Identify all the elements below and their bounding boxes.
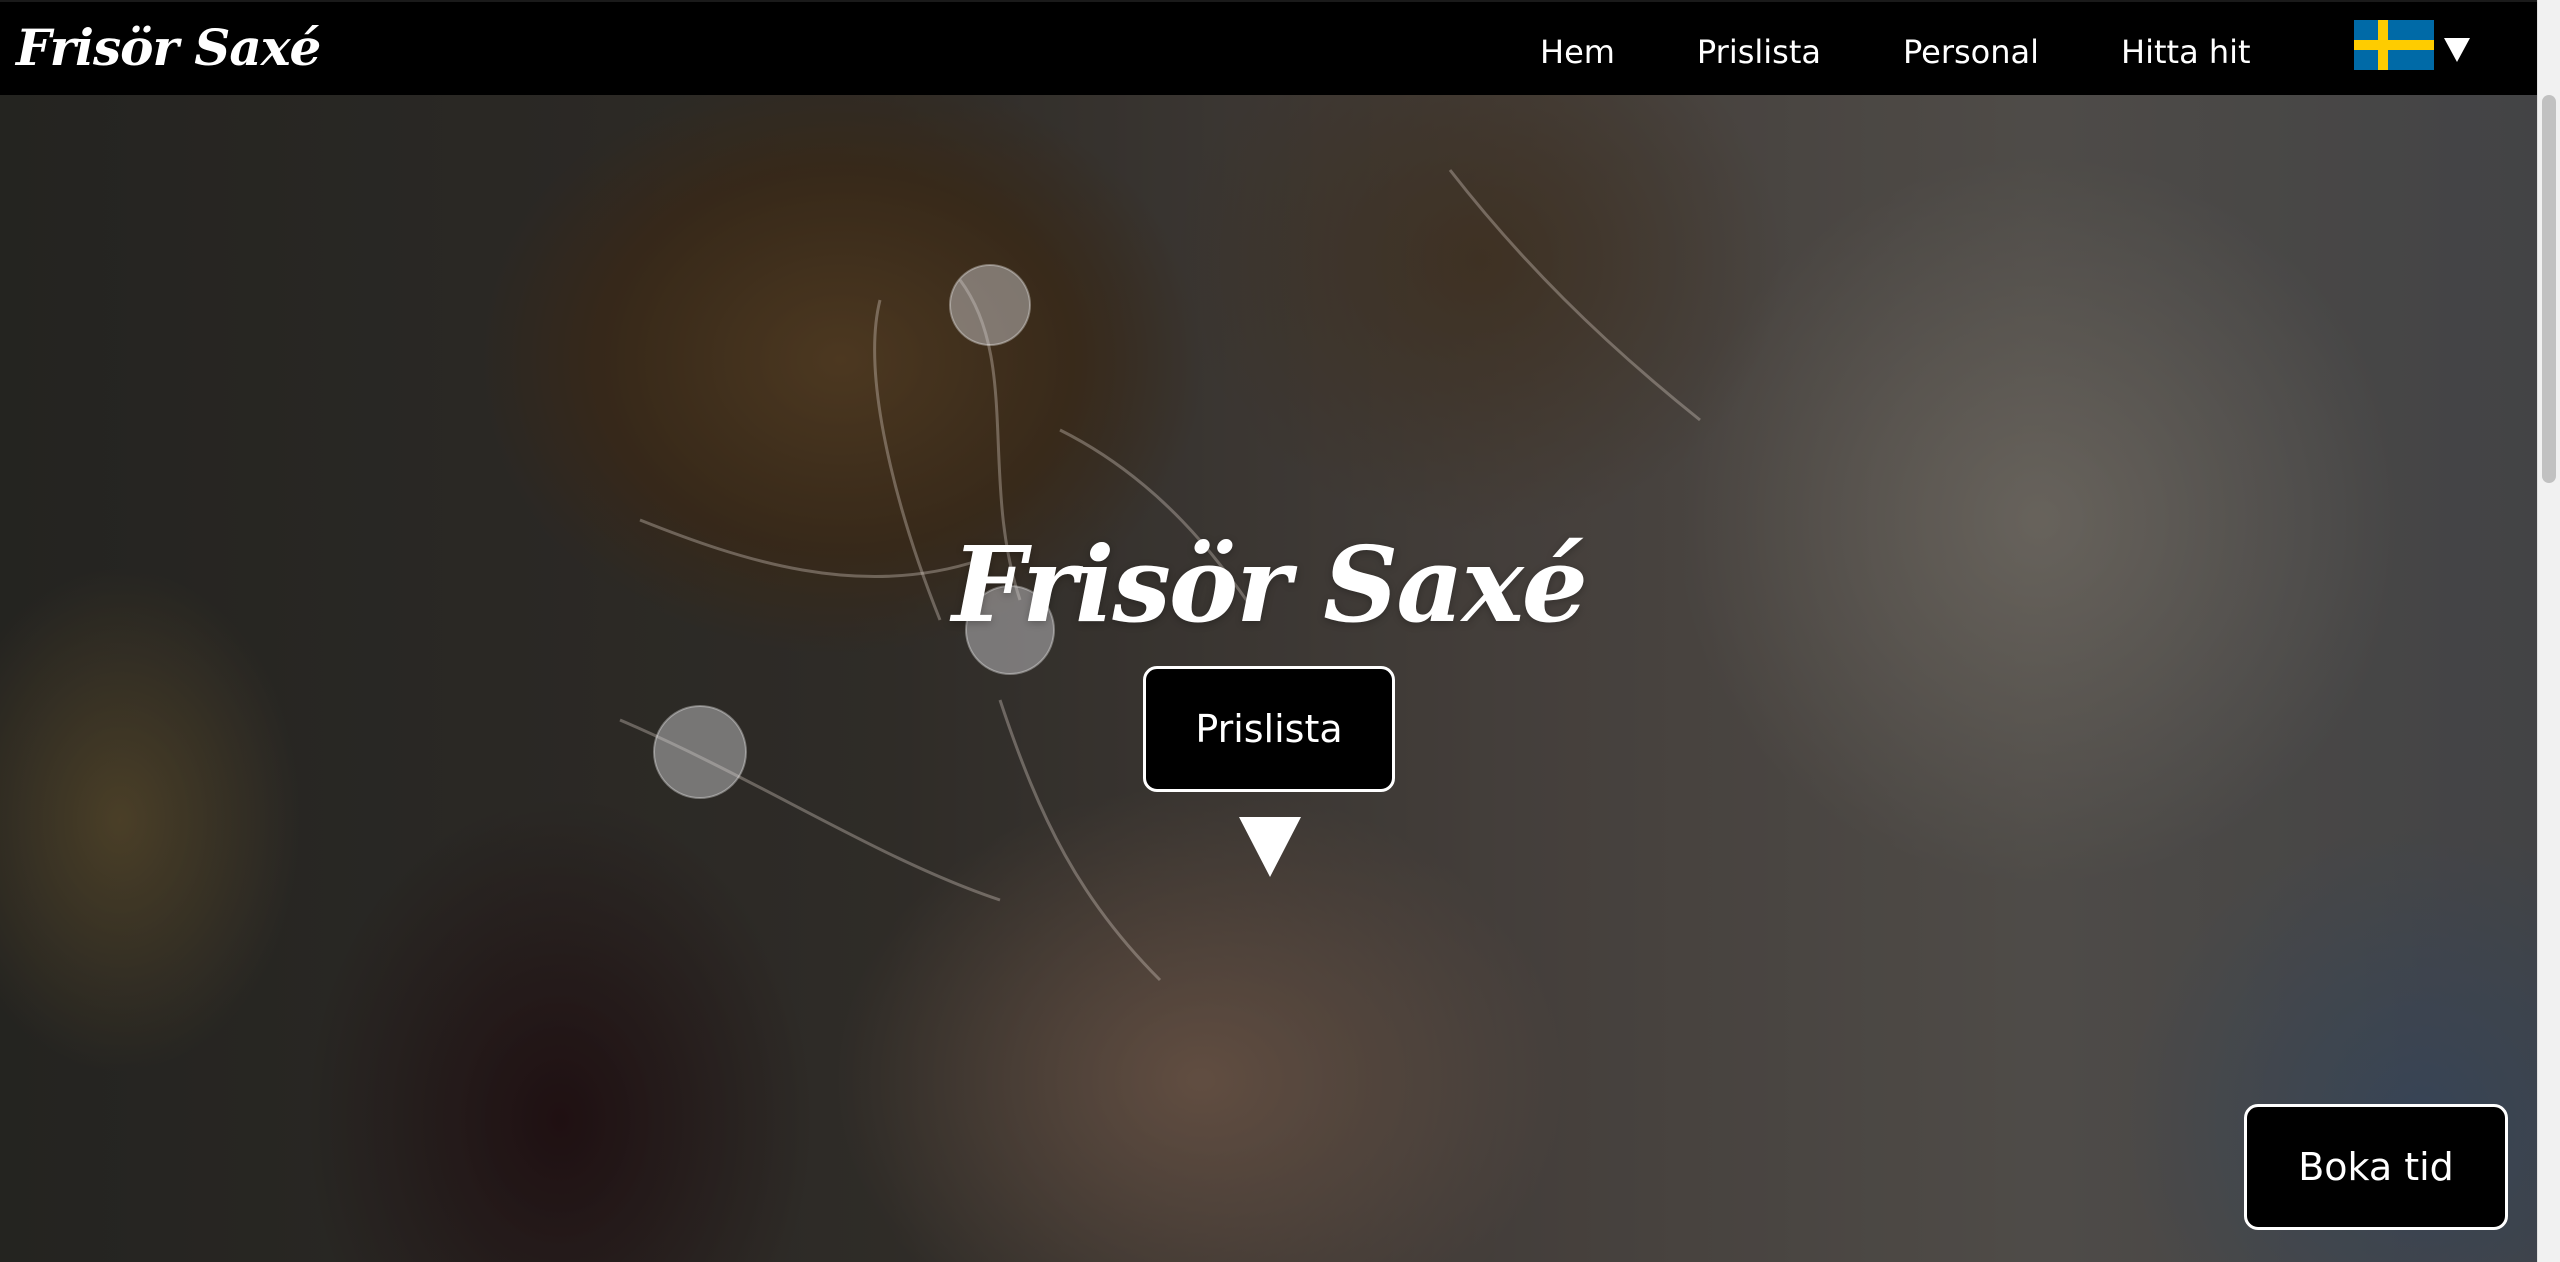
main-navigation: Hem Prislista Personal Hitta hit [1540,30,2251,74]
hero-title: Frisör Saxé [952,522,1588,646]
language-selector[interactable] [2354,20,2470,70]
sweden-flag-icon [2354,20,2434,70]
triangle-down-icon[interactable] [1239,817,1301,877]
top-navbar: Frisör Saxé Hem Prislista Personal Hitta… [0,0,2538,95]
boka-tid-button[interactable]: Boka tid [2244,1104,2508,1230]
nav-link-hitta-hit[interactable]: Hitta hit [2121,30,2251,74]
page-scrollbar[interactable] [2537,0,2560,1262]
nav-link-personal[interactable]: Personal [1903,30,2039,74]
scrollbar-thumb[interactable] [2542,95,2556,483]
nav-link-hem[interactable]: Hem [1540,30,1615,74]
nav-link-prislista[interactable]: Prislista [1697,30,1821,74]
prislista-button[interactable]: Prislista [1143,666,1395,792]
caret-down-icon [2444,38,2470,62]
site-logo[interactable]: Frisör Saxé [16,16,321,80]
